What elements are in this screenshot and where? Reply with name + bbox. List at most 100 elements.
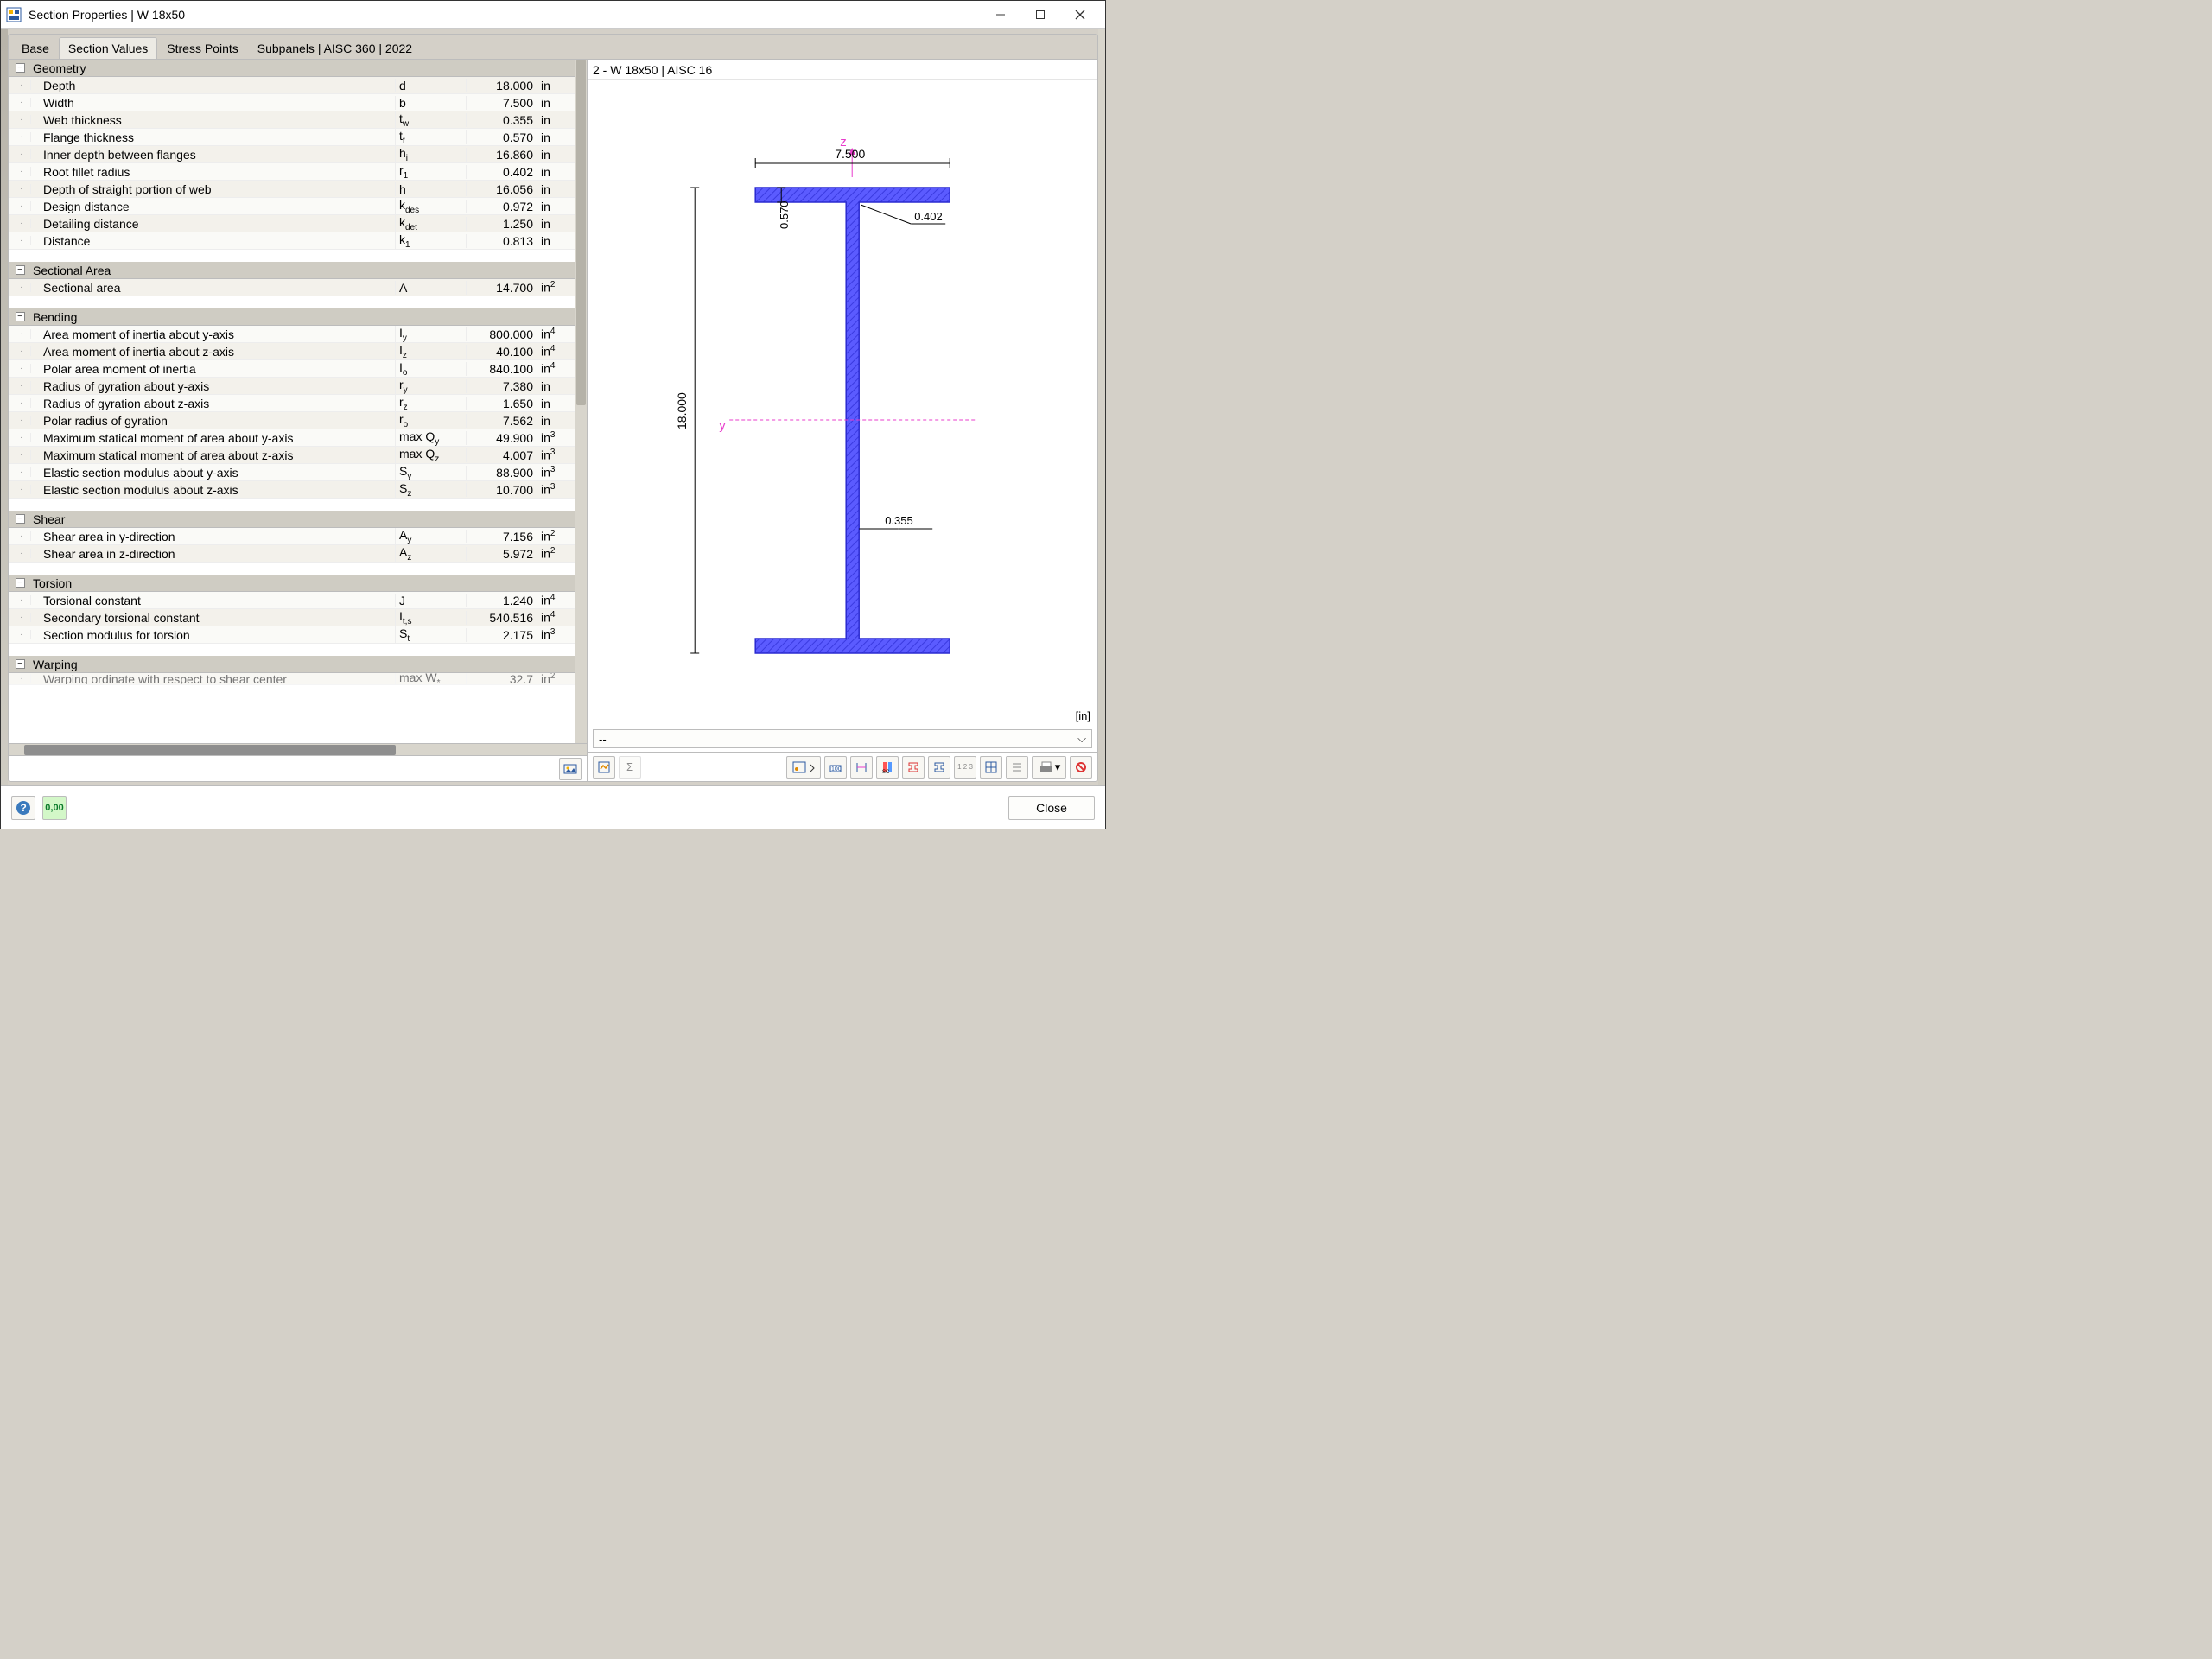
tool-ibeam-red[interactable] — [902, 756, 925, 779]
group-header[interactable]: −Bending — [9, 308, 575, 326]
property-row[interactable]: ·Area moment of inertia about y-axisIy80… — [9, 326, 575, 343]
titlebar: Section Properties | W 18x50 — [1, 1, 1105, 29]
tool-sigma[interactable]: Σ — [619, 756, 641, 779]
maximize-button[interactable] — [1020, 2, 1060, 28]
property-unit: in — [537, 234, 575, 248]
tool-render-settings[interactable] — [593, 756, 615, 779]
property-row[interactable]: ·Depth of straight portion of webh16.056… — [9, 181, 575, 198]
property-row[interactable]: ·Web thicknesstw0.355in — [9, 111, 575, 129]
property-row[interactable]: ·Distancek10.813in — [9, 232, 575, 250]
property-unit: in4 — [537, 327, 575, 341]
property-row[interactable]: ·Warping ordinate with respect to shear … — [9, 673, 575, 685]
property-row[interactable]: ·Area moment of inertia about z-axisIz40… — [9, 343, 575, 360]
minimize-button[interactable] — [981, 2, 1020, 28]
property-row[interactable]: ·Sectional areaA14.700in2 — [9, 279, 575, 296]
window-title: Section Properties | W 18x50 — [29, 8, 981, 22]
property-value: 540.516 — [466, 611, 537, 625]
property-symbol: ro — [395, 412, 466, 429]
property-row[interactable]: ·Root fillet radiusr10.402in — [9, 163, 575, 181]
section-diagram: y z 7.500 — [652, 127, 1049, 680]
property-symbol: b — [395, 96, 466, 110]
property-name: Flange thickness — [31, 130, 395, 144]
property-unit: in2 — [537, 280, 575, 295]
property-row[interactable]: ·Radius of gyration about y-axisry7.380i… — [9, 378, 575, 395]
property-row[interactable]: ·Section modulus for torsionSt2.175in3 — [9, 626, 575, 644]
tool-grid[interactable] — [980, 756, 1002, 779]
property-row[interactable]: ·Detailing distancekdet1.250in — [9, 215, 575, 232]
tab-section-values[interactable]: Section Values — [59, 37, 157, 59]
tool-list[interactable] — [1006, 756, 1028, 779]
property-name: Sectional area — [31, 281, 395, 295]
tool-numbers[interactable]: 1 2 3 — [954, 756, 976, 779]
property-row[interactable]: ·Inner depth between flangeshi16.860in — [9, 146, 575, 163]
group-header[interactable]: −Geometry — [9, 60, 575, 77]
tool-reset[interactable] — [1070, 756, 1092, 779]
property-symbol: A — [395, 281, 466, 295]
group-header[interactable]: −Sectional Area — [9, 262, 575, 279]
property-row[interactable]: ·Widthb7.500in — [9, 94, 575, 111]
collapse-icon[interactable]: − — [16, 659, 25, 669]
chevron-down-icon: ⌵ — [1077, 732, 1086, 746]
tool-view-mode[interactable] — [786, 756, 821, 779]
group-header[interactable]: −Warping — [9, 656, 575, 673]
vertical-scrollbar[interactable] — [575, 60, 587, 743]
tab-base[interactable]: Base — [12, 37, 59, 59]
group-header[interactable]: −Shear — [9, 511, 575, 528]
property-row[interactable]: ·Maximum statical moment of area about y… — [9, 429, 575, 447]
property-row[interactable]: ·Torsional constantJ1.240in4 — [9, 592, 575, 609]
dialog-footer: ? 0,00 Close — [1, 785, 1105, 829]
dim-fillet: 0.402 — [914, 210, 943, 223]
property-row[interactable]: ·Polar radius of gyrationro7.562in — [9, 412, 575, 429]
property-symbol: kdet — [395, 215, 466, 232]
property-row[interactable]: ·Maximum statical moment of area about z… — [9, 447, 575, 464]
property-row[interactable]: ·Elastic section modulus about y-axisSy8… — [9, 464, 575, 481]
section-viewer[interactable]: y z 7.500 — [588, 80, 1097, 726]
property-symbol: Az — [395, 545, 466, 563]
collapse-icon[interactable]: − — [16, 312, 25, 321]
group-title: Shear — [31, 512, 575, 526]
tool-ibeam-blue[interactable] — [928, 756, 950, 779]
property-name: Polar area moment of inertia — [31, 362, 395, 376]
collapse-icon[interactable]: − — [16, 63, 25, 73]
property-row[interactable]: ·Shear area in y-directionAy7.156in2 — [9, 528, 575, 545]
property-symbol: max W* — [395, 673, 466, 685]
property-symbol: Io — [395, 360, 466, 378]
property-unit: in3 — [537, 448, 575, 462]
horizontal-scrollbar[interactable] — [9, 743, 587, 755]
close-window-button[interactable] — [1060, 2, 1100, 28]
tool-dimension-toggle[interactable] — [850, 756, 873, 779]
group-header[interactable]: −Torsion — [9, 575, 575, 592]
tab-stress-points[interactable]: Stress Points — [157, 37, 247, 59]
help-button[interactable]: ? — [11, 796, 35, 820]
property-unit: in4 — [537, 610, 575, 625]
property-row[interactable]: ·Depthd18.000in — [9, 77, 575, 94]
group-title: Geometry — [31, 61, 575, 75]
property-row[interactable]: ·Elastic section modulus about z-axisSz1… — [9, 481, 575, 499]
property-unit: in4 — [537, 593, 575, 607]
property-row[interactable]: ·Radius of gyration about z-axisrz1.650i… — [9, 395, 575, 412]
property-unit: in — [537, 182, 575, 196]
left-strip — [1, 29, 8, 785]
tool-print[interactable]: ▾ — [1032, 756, 1066, 779]
property-value: 1.250 — [466, 217, 537, 231]
collapse-icon[interactable]: − — [16, 265, 25, 275]
close-button[interactable]: Close — [1008, 796, 1095, 820]
collapse-icon[interactable]: − — [16, 578, 25, 588]
property-row[interactable]: ·Shear area in z-directionAz5.972in2 — [9, 545, 575, 563]
collapse-icon[interactable]: − — [16, 514, 25, 524]
export-image-button[interactable] — [559, 758, 582, 780]
property-row[interactable]: ·Secondary torsional constantIt,s540.516… — [9, 609, 575, 626]
units-button[interactable]: 0,00 — [42, 796, 67, 820]
property-row[interactable]: ·Polar area moment of inertiaIo840.100in… — [9, 360, 575, 378]
property-name: Radius of gyration about y-axis — [31, 379, 395, 393]
dim-width: 7.500 — [835, 147, 865, 161]
content-area: Base Section Values Stress Points Subpan… — [1, 29, 1105, 785]
property-unit: in — [537, 165, 575, 179]
tool-stress-colors[interactable]: SC — [876, 756, 899, 779]
tab-subpanels[interactable]: Subpanels | AISC 360 | 2022 — [248, 37, 422, 59]
section-properties-window: Section Properties | W 18x50 Base Sectio… — [0, 0, 1106, 830]
result-combo[interactable]: -- ⌵ — [593, 729, 1092, 748]
property-row[interactable]: ·Flange thicknesstf0.570in — [9, 129, 575, 146]
tool-scale[interactable]: 100 — [824, 756, 847, 779]
property-row[interactable]: ·Design distancekdes0.972in — [9, 198, 575, 215]
